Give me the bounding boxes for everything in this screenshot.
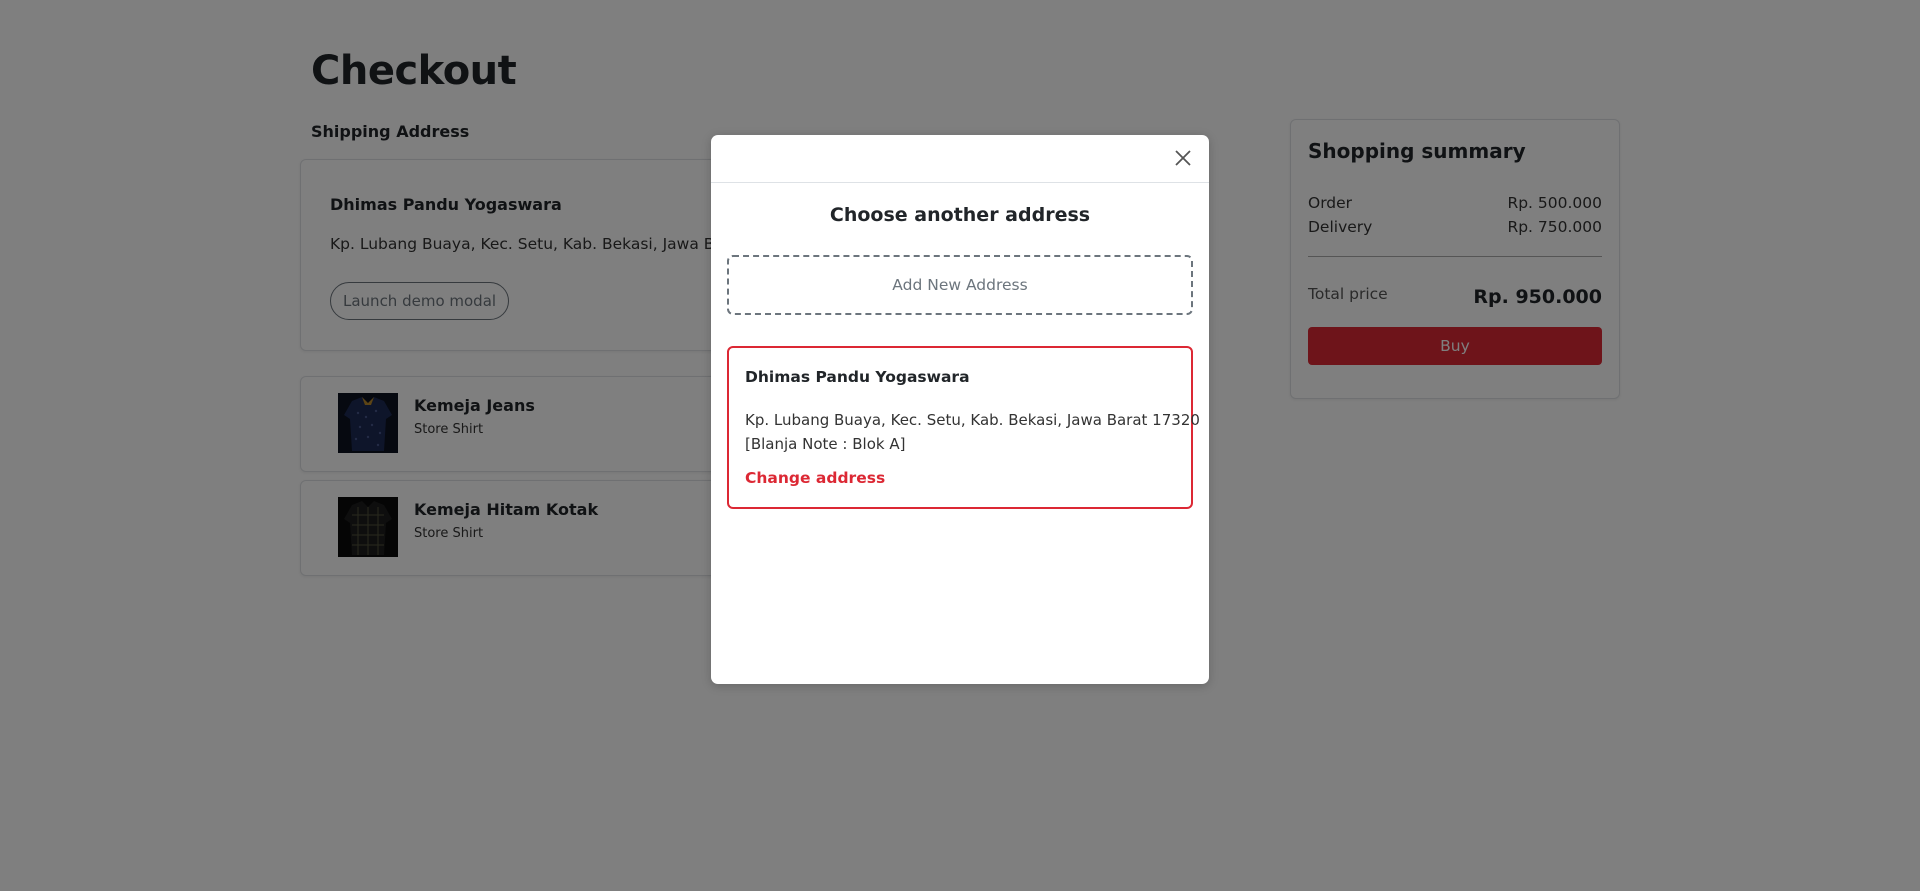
change-address-link[interactable]: Change address [745, 469, 885, 487]
add-new-address-button[interactable]: Add New Address [727, 255, 1193, 315]
choose-address-modal: Choose another address Add New Address D… [711, 135, 1209, 684]
address-option-text: Kp. Lubang Buaya, Kec. Setu, Kab. Bekasi… [745, 408, 1200, 456]
address-option-name: Dhimas Pandu Yogaswara [745, 368, 970, 386]
address-option-line: Kp. Lubang Buaya, Kec. Setu, Kab. Bekasi… [745, 411, 1200, 429]
modal-header [711, 135, 1209, 183]
modal-close-button[interactable] [1171, 147, 1195, 171]
selected-address-option[interactable]: Dhimas Pandu Yogaswara Kp. Lubang Buaya,… [727, 346, 1200, 509]
modal-title: Choose another address [829, 204, 1091, 226]
address-option-note: [Blanja Note : Blok A] [745, 435, 906, 453]
close-icon [1174, 149, 1192, 170]
